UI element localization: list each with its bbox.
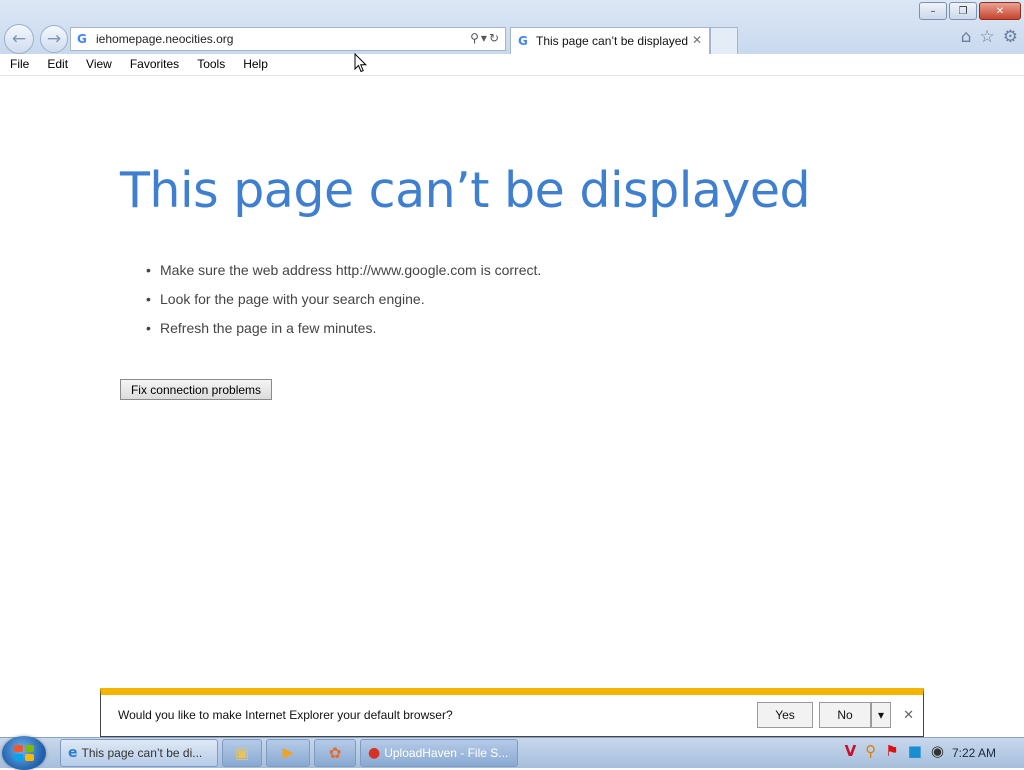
notification-message: Would you like to make Internet Explorer…: [118, 708, 453, 722]
page-content: This page can’t be displayed • Make sure …: [0, 76, 1024, 736]
favorites-star-icon[interactable]: ☆: [980, 27, 995, 47]
taskbar-item-app[interactable]: ✿: [314, 739, 356, 767]
tab-active[interactable]: G This page can’t be displayed ✕: [510, 27, 710, 54]
clock[interactable]: 7:22 AM: [952, 746, 996, 760]
taskbar-item-media[interactable]: ▶: [266, 739, 310, 767]
flag-icon[interactable]: ⚑: [885, 742, 898, 760]
no-dropdown-button[interactable]: ▾: [871, 702, 891, 728]
yes-button[interactable]: Yes: [757, 702, 813, 728]
taskbar-item-ie[interactable]: e This page can’t be di...: [60, 739, 218, 767]
address-bar[interactable]: G iehomepage.neocities.org ⚲▾↻: [70, 27, 506, 51]
search-tray-icon[interactable]: ⚲: [865, 742, 876, 760]
fix-connection-button[interactable]: Fix connection problems: [120, 379, 272, 400]
chevron-down-icon: ▾: [877, 708, 885, 722]
home-icon[interactable]: ⌂: [961, 27, 972, 47]
suggestion-item: • Look for the page with your search engi…: [146, 291, 425, 307]
start-button[interactable]: [2, 736, 46, 770]
menu-file[interactable]: File: [0, 54, 37, 75]
back-icon: ←: [11, 29, 27, 49]
ie-icon: e: [68, 745, 78, 761]
default-browser-notification: Would you like to make Internet Explorer…: [100, 688, 924, 737]
dropdown-icon[interactable]: ▾: [481, 31, 489, 45]
menu-bar: File Edit View Favorites Tools Help: [0, 54, 1024, 76]
taskbar: e This page can’t be di... ▣ ▶ ✿ ● Uploa…: [0, 736, 1024, 770]
restore-button[interactable]: ❐: [949, 2, 977, 20]
suggestion-list: • Make sure the web address http://www.go…: [146, 256, 541, 343]
menu-help[interactable]: Help: [233, 54, 276, 75]
menu-favorites[interactable]: Favorites: [120, 54, 187, 75]
folder-icon: ▣: [234, 744, 250, 762]
back-button[interactable]: ←: [4, 24, 34, 54]
error-title: This page can’t be displayed: [120, 162, 811, 219]
close-window-button[interactable]: ✕: [979, 2, 1021, 20]
menu-tools[interactable]: Tools: [187, 54, 233, 75]
camera-icon[interactable]: ◉: [931, 742, 944, 760]
media-player-icon: ▶: [282, 745, 294, 761]
taskbar-item-explorer[interactable]: ▣: [222, 739, 262, 767]
taskbar-item-chrome[interactable]: ● UploadHaven - File S...: [360, 739, 518, 767]
suggestion-item: • Make sure the web address http://www.go…: [146, 262, 542, 278]
windows-logo-icon: [14, 745, 34, 761]
minimize-button[interactable]: –: [919, 2, 947, 20]
tab-close-icon[interactable]: ✕: [692, 33, 702, 47]
google-favicon-icon: G: [518, 34, 528, 48]
tab-title: This page can’t be displayed: [536, 34, 689, 48]
v-icon[interactable]: V: [845, 742, 857, 760]
new-tab-button[interactable]: [710, 27, 738, 54]
display-icon[interactable]: ■: [908, 742, 922, 760]
google-favicon-icon: G: [77, 32, 87, 46]
menu-edit[interactable]: Edit: [37, 54, 76, 75]
app-icon: ✿: [328, 744, 342, 762]
forward-button[interactable]: →: [40, 25, 68, 53]
suggestion-item: • Refresh the page in a few minutes.: [146, 320, 377, 336]
gear-icon[interactable]: ⚙: [1003, 27, 1018, 47]
forward-icon: →: [46, 29, 62, 49]
no-button[interactable]: No: [819, 702, 871, 728]
refresh-icon[interactable]: ↻: [489, 31, 501, 45]
system-tray: V ⚲ ⚑ ■ ◉: [845, 742, 944, 760]
search-icon[interactable]: ⚲: [470, 31, 481, 45]
title-bar: ← → G iehomepage.neocities.org ⚲▾↻ G Thi…: [0, 0, 1024, 54]
mouse-cursor-icon: [354, 53, 368, 73]
menu-view[interactable]: View: [76, 54, 120, 75]
notification-close-icon[interactable]: ✕: [903, 708, 914, 723]
address-url[interactable]: iehomepage.neocities.org: [96, 32, 233, 46]
chrome-icon: ●: [368, 745, 381, 761]
